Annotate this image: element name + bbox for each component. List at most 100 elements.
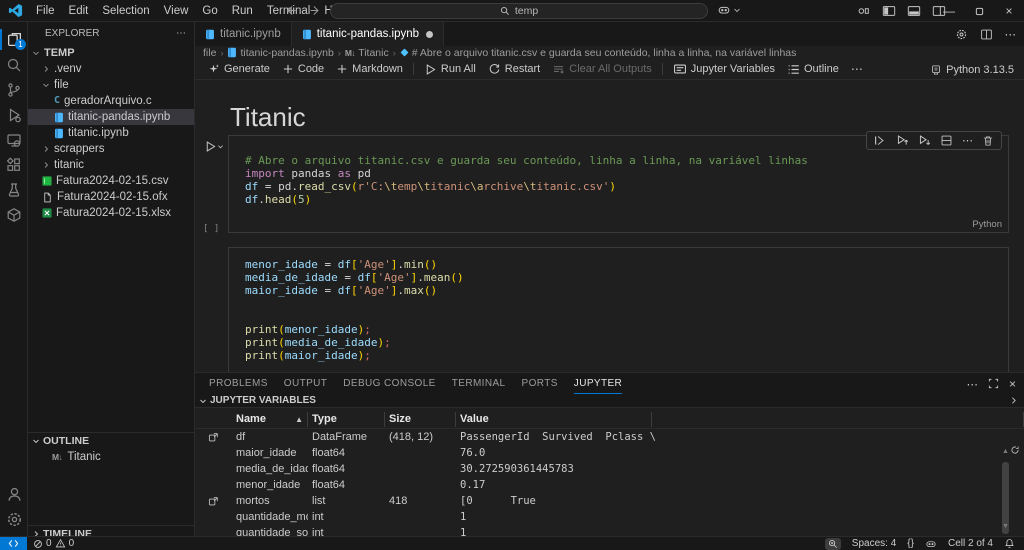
variable-row-mortos[interactable]: mortos list 418 [0 True [195, 493, 1024, 509]
split-cell-icon[interactable] [940, 134, 953, 147]
copilot-menu[interactable] [717, 3, 741, 17]
forward-arrow-icon[interactable] [309, 4, 322, 17]
toggle-sidebar-icon[interactable] [882, 4, 896, 18]
panel-tab-problems[interactable]: PROBLEMS [209, 373, 268, 394]
minimize-button[interactable]: — [934, 0, 964, 22]
breadcrumb-item[interactable]: file [203, 47, 216, 59]
panel-more-actions-icon[interactable]: ⋯ [966, 377, 978, 391]
timeline-header[interactable]: TIMELINE [28, 526, 194, 536]
activity-run-debug[interactable] [0, 102, 28, 127]
cell-language-label[interactable]: Python [972, 219, 1002, 230]
tree-item-titanic[interactable]: titanic [28, 157, 194, 173]
panel-tab-terminal[interactable]: TERMINAL [452, 373, 506, 394]
toolbar-outline[interactable]: Outline [781, 59, 845, 80]
tree-item-scrappers[interactable]: scrappers [28, 141, 194, 157]
scroll-up-icon[interactable]: ▲ [1001, 448, 1010, 455]
command-center-search[interactable]: temp [330, 3, 708, 19]
remote-indicator[interactable] [0, 537, 27, 550]
toolbar-generate[interactable]: Generate [201, 59, 276, 80]
activity-source-control[interactable] [0, 77, 28, 102]
menu-file[interactable]: File [29, 0, 62, 22]
code-cell-2[interactable]: menor_idade = df['Age'].min() media_de_id… [228, 247, 1009, 372]
restore-button[interactable] [964, 0, 994, 22]
toolbar-markdown[interactable]: Markdown [330, 59, 409, 80]
panel-tab-output[interactable]: OUTPUT [284, 373, 328, 394]
outline-header[interactable]: OUTLINE [28, 433, 194, 449]
activity-package[interactable] [0, 202, 28, 227]
variable-row-media_de_idade[interactable]: media_de_idade float64 30.272590361445783 [195, 461, 1024, 477]
toolbar-more[interactable]: ⋯ [845, 59, 870, 80]
tree-item-titanic-ipynb[interactable]: titanic.ipynb [28, 125, 194, 141]
back-arrow-icon[interactable] [284, 4, 297, 17]
tree-item-file[interactable]: file [28, 77, 194, 93]
menu-selection[interactable]: Selection [95, 0, 156, 22]
delete-cell-icon[interactable] [982, 135, 994, 147]
tree-item-fatura2024-02-15-ofx[interactable]: Fatura2024-02-15.ofx [28, 189, 194, 205]
tree-root-temp[interactable]: TEMP [28, 45, 194, 61]
breadcrumb-item[interactable]: titanic-pandas.ipynb [227, 47, 334, 59]
outline-item-titanic[interactable]: M↓ Titanic [28, 449, 194, 465]
close-button[interactable]: × [994, 0, 1024, 22]
menu-edit[interactable]: Edit [62, 0, 96, 22]
panel-tab-ports[interactable]: PORTS [522, 373, 558, 394]
column-header-name[interactable]: Name ▲ [232, 411, 308, 427]
toolbar-restart[interactable]: Restart [482, 59, 546, 80]
explorer-more-actions-icon[interactable]: ⋯ [176, 28, 186, 39]
breadcrumb-item[interactable]: M↓ Titanic [345, 47, 389, 59]
breadcrumb-item[interactable]: # Abre o arquivo titanic.csv e guarda se… [400, 47, 796, 59]
panel-tab-jupyter[interactable]: JUPYTER [573, 373, 623, 394]
tree-item--venv[interactable]: .venv [28, 61, 194, 77]
cell-more-actions-icon[interactable]: ⋯ [962, 134, 973, 147]
open-data-viewer-cell[interactable] [195, 432, 232, 443]
scroll-right-icon[interactable] [1009, 396, 1018, 405]
indentation-status[interactable]: Spaces: 4 [852, 538, 896, 549]
problems-status[interactable]: 0 0 [27, 538, 80, 549]
panel-tab-debug-console[interactable]: DEBUG CONSOLE [343, 373, 435, 394]
close-panel-icon[interactable]: × [1009, 377, 1016, 391]
toggle-panel-icon[interactable] [907, 4, 921, 18]
zoom-status-icon[interactable] [824, 537, 841, 550]
activity-search[interactable] [0, 52, 28, 77]
menu-run[interactable]: Run [225, 0, 260, 22]
run-below-icon[interactable] [918, 134, 931, 147]
column-header-type[interactable]: Type [308, 411, 385, 427]
toolbar-jupyter-variables[interactable]: Jupyter Variables [667, 59, 781, 80]
notebook-content[interactable]: Titanic # Abre o arquivo titanic.csv e g… [195, 80, 1024, 372]
keyboard-indicator-icon[interactable] [857, 4, 871, 18]
tree-item-fatura2024-02-15-xlsx[interactable]: Fatura2024-02-15.xlsx [28, 205, 194, 221]
column-header-size[interactable]: Size [385, 411, 456, 427]
refresh-variables-icon[interactable] [1010, 445, 1020, 455]
activity-remote-explorer[interactable] [0, 127, 28, 152]
activity-extensions[interactable] [0, 152, 28, 177]
brackets-status[interactable]: {} [907, 538, 914, 549]
toolbar-run-all[interactable]: Run All [418, 59, 482, 80]
jupyter-variables-header[interactable]: JUPYTER VARIABLES [195, 394, 1024, 408]
kernel-picker[interactable]: Python 3.13.5 [930, 59, 1014, 80]
copilot-status-icon[interactable] [925, 538, 937, 550]
maximize-panel-icon[interactable] [988, 378, 999, 389]
variable-row-quantidade_mort[interactable]: quantidade_mort int 1 [195, 509, 1024, 525]
notebook-settings-gear-icon[interactable] [955, 28, 968, 41]
editor-more-actions-icon[interactable]: ⋯ [1005, 27, 1017, 41]
table-scrollbar[interactable]: ▲ ▼ [1001, 448, 1010, 534]
cell-position-status[interactable]: Cell 2 of 4 [948, 538, 993, 549]
notifications-bell-icon[interactable] [1004, 538, 1015, 549]
variable-row-df[interactable]: df DataFrame (418, 12) PassengerId Survived… [195, 429, 1024, 445]
tab-titanic-pandas-ipynb[interactable]: titanic-pandas.ipynb [291, 22, 445, 46]
tree-item-fatura2024-02-15-csv[interactable]: Fatura2024-02-15.csv [28, 173, 194, 189]
variable-row-menor_idade[interactable]: menor_idade float64 0.17 [195, 477, 1024, 493]
activity-testing[interactable] [0, 177, 28, 202]
variable-row-maior_idade[interactable]: maior_idade float64 76.0 [195, 445, 1024, 461]
tree-item-geradorarquivo-c[interactable]: CgeradorArquivo.c [28, 93, 194, 109]
tree-item-titanic-pandas-ipynb[interactable]: titanic-pandas.ipynb [28, 109, 194, 125]
code-editor-1[interactable]: # Abre o arquivo titanic.csv e guarda se… [245, 154, 1004, 206]
split-editor-icon[interactable] [980, 28, 993, 41]
scroll-down-icon[interactable]: ▼ [1001, 523, 1010, 530]
menu-view[interactable]: View [157, 0, 196, 22]
run-above-icon[interactable] [896, 134, 909, 147]
open-data-viewer-cell[interactable] [195, 496, 232, 507]
activity-settings[interactable] [0, 507, 28, 532]
modified-dot[interactable] [426, 30, 434, 38]
menu-go[interactable]: Go [195, 0, 224, 22]
column-header-value[interactable]: Value [456, 411, 652, 427]
